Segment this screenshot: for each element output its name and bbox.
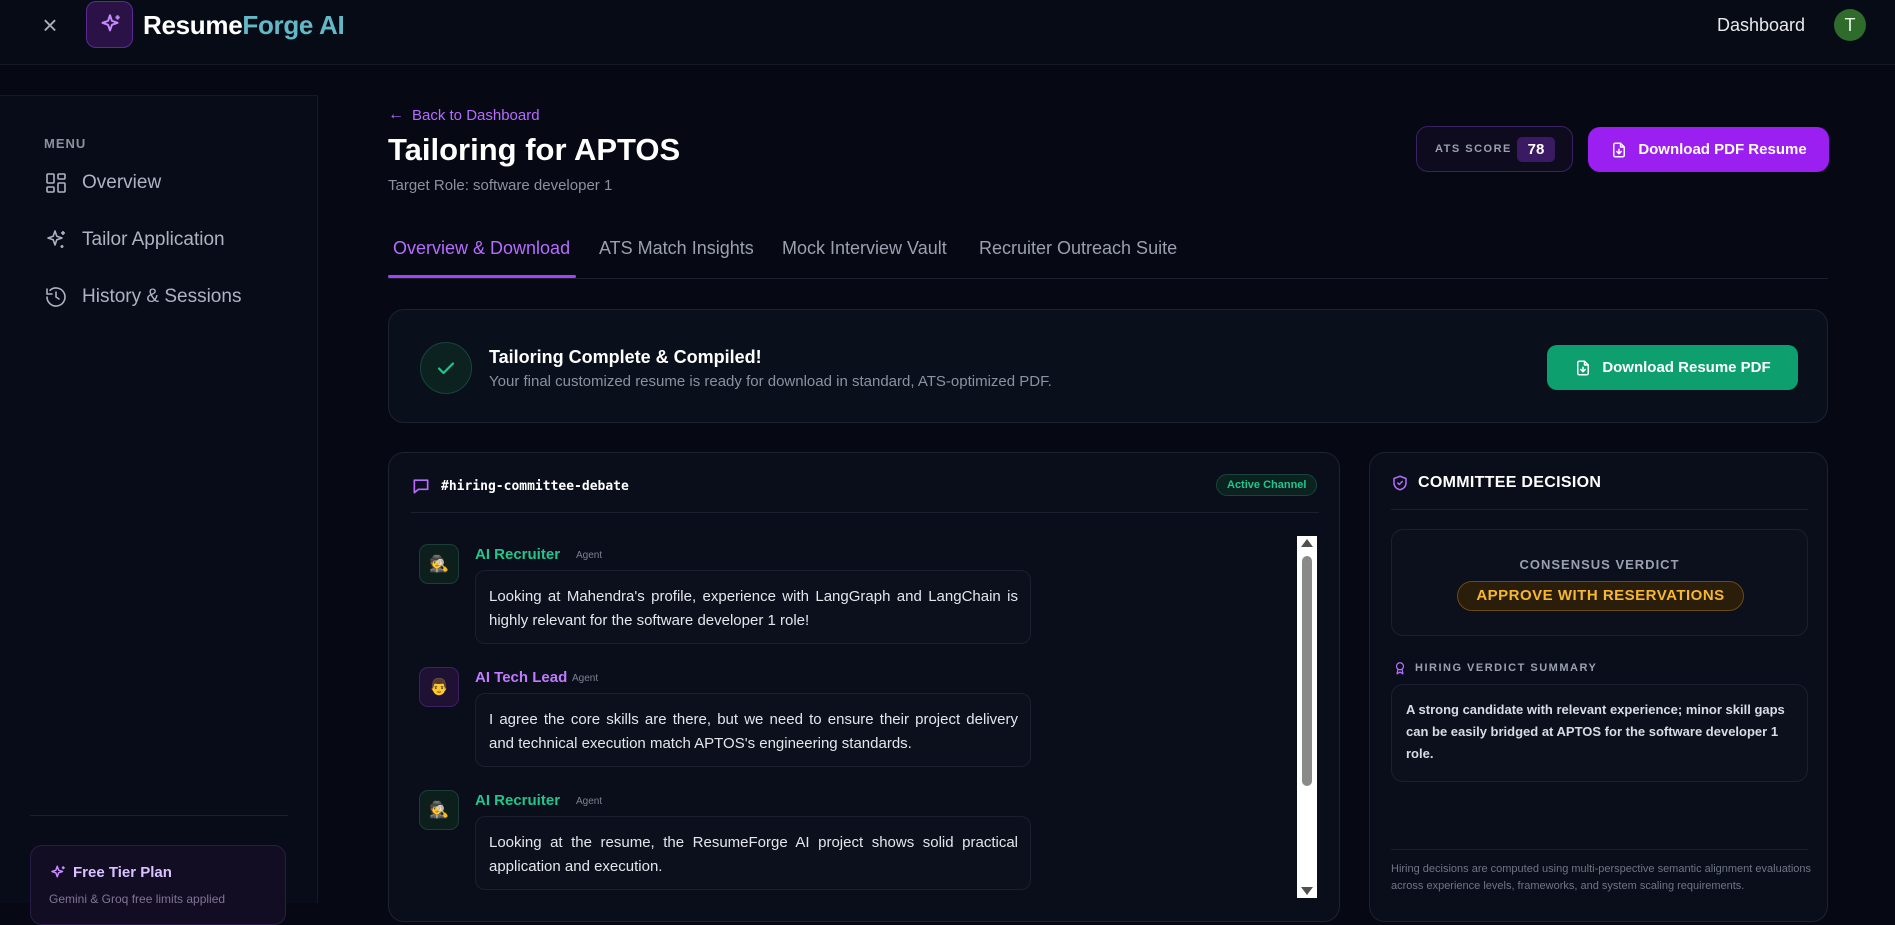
top-bar: × ResumeForge AI Dashboard T	[0, 0, 1895, 65]
summary-label: HIRING VERDICT SUMMARY	[1415, 662, 1598, 674]
active-tab-indicator	[388, 275, 576, 278]
message-text: I agree the core skills are there, but w…	[475, 693, 1031, 767]
tailoring-status-card: Tailoring Complete & Compiled! Your fina…	[388, 309, 1828, 423]
sidebar-divider	[30, 815, 288, 816]
summary-header: HIRING VERDICT SUMMARY	[1393, 660, 1597, 676]
tab-mock-interview-vault[interactable]: Mock Interview Vault	[782, 238, 947, 259]
chat-header: #hiring-committee-debate	[411, 476, 629, 496]
sidebar-item-label: Tailor Application	[82, 229, 225, 250]
committee-footer-divider	[1391, 849, 1808, 850]
tab-recruiter-outreach-suite[interactable]: Recruiter Outreach Suite	[979, 238, 1177, 259]
download-resume-pdf-label: Download Resume PDF	[1602, 359, 1771, 376]
message-sender: AI Recruiter	[475, 546, 561, 563]
sidebar-item-overview[interactable]: Overview	[44, 168, 161, 198]
ats-score-label: ATS SCORE	[1435, 143, 1512, 155]
scrollbar-thumb[interactable]	[1302, 556, 1312, 786]
grid-icon	[44, 171, 68, 195]
sidebar-item-label: Overview	[82, 172, 162, 193]
message-sender: AI Tech Lead	[475, 669, 568, 686]
consensus-verdict-label: CONSENSUS VERDICT	[1519, 557, 1680, 572]
chat-scrollbar[interactable]	[1297, 536, 1317, 898]
close-icon[interactable]: ×	[38, 12, 62, 38]
scroll-up-icon[interactable]	[1301, 539, 1313, 547]
hiring-committee-chat: #hiring-committee-debate Active Channel …	[388, 452, 1340, 922]
chat-divider	[411, 512, 1319, 513]
download-pdf-resume-button[interactable]: Download PDF Resume	[1588, 127, 1829, 172]
committee-footnote: Hiring decisions are computed using mult…	[1391, 863, 1812, 892]
plan-subtitle: Gemini & Groq free limits applied	[49, 892, 226, 906]
file-download-icon	[1574, 359, 1592, 377]
brand-logo[interactable]: ResumeForge AI	[143, 10, 345, 41]
committee-header: COMMITTEE DECISION	[1391, 474, 1601, 492]
tab-ats-match-insights[interactable]: ATS Match Insights	[599, 238, 754, 259]
active-channel-badge: Active Channel	[1216, 474, 1318, 496]
committee-decision-panel: COMMITTEE DECISION CONSENSUS VERDICT APP…	[1369, 452, 1828, 922]
back-to-dashboard-link[interactable]: ← Back to Dashboard	[388, 106, 540, 124]
status-subtitle: Your final customized resume is ready fo…	[489, 373, 1052, 390]
menu-label: MENU	[44, 136, 87, 151]
sparkle-icon	[49, 864, 67, 882]
plan-title: Free Tier Plan	[73, 864, 172, 881]
sidebar-item-history-sessions[interactable]: History & Sessions	[44, 282, 241, 312]
plan-card[interactable]: Free Tier Plan Gemini & Groq free limits…	[30, 845, 286, 925]
verdict-badge: APPROVE WITH RESERVATIONS	[1457, 581, 1744, 611]
message-tag: Agent	[576, 796, 603, 807]
sidebar-item-label: History & Sessions	[82, 286, 242, 307]
shield-check-icon	[1391, 474, 1409, 492]
agent-avatar-icon: 🕵	[419, 790, 459, 830]
scroll-down-icon[interactable]	[1301, 887, 1313, 895]
message-tag: Agent	[572, 673, 599, 684]
arrow-left-icon: ←	[388, 106, 404, 123]
ats-score-value: 78	[1517, 137, 1555, 162]
page-title: Tailoring for APTOS	[388, 132, 681, 167]
message-sender: AI Recruiter	[475, 792, 561, 809]
download-pdf-resume-label: Download PDF Resume	[1638, 141, 1807, 158]
sparkle-icon	[44, 228, 68, 252]
channel-name: #hiring-committee-debate	[441, 478, 629, 494]
message-text: Looking at the resume, the ResumeForge A…	[475, 816, 1031, 890]
ats-score-badge: ATS SCORE 78	[1416, 126, 1573, 172]
message-icon	[411, 476, 431, 496]
nav-dashboard-link[interactable]: Dashboard	[1717, 15, 1805, 36]
tab-bar: Overview & Download ATS Match Insights M…	[388, 234, 1828, 279]
logo-sparkle-icon	[86, 1, 133, 48]
agent-avatar-icon: 🕵	[419, 544, 459, 584]
back-link-label: Back to Dashboard	[412, 106, 540, 124]
award-icon	[1393, 660, 1407, 676]
sidebar-item-tailor-application[interactable]: Tailor Application	[44, 225, 225, 255]
consensus-verdict-box: CONSENSUS VERDICT APPROVE WITH RESERVATI…	[1391, 529, 1808, 636]
committee-title: COMMITTEE DECISION	[1418, 474, 1602, 491]
committee-divider	[1391, 509, 1808, 510]
status-title: Tailoring Complete & Compiled!	[489, 347, 762, 367]
avatar[interactable]: T	[1834, 9, 1866, 41]
verdict-summary-text: A strong candidate with relevant experie…	[1391, 684, 1808, 782]
download-resume-pdf-button[interactable]: Download Resume PDF	[1547, 345, 1798, 390]
page-subtitle: Target Role: software developer 1	[388, 177, 613, 194]
tab-overview-download[interactable]: Overview & Download	[393, 238, 570, 259]
sidebar: MENU Overview Tailor Application History…	[0, 95, 318, 925]
history-icon	[44, 285, 68, 309]
file-download-icon	[1610, 141, 1628, 159]
message-text: Looking at Mahendra's profile, experienc…	[475, 570, 1031, 644]
check-icon	[420, 342, 472, 394]
message-tag: Agent	[576, 550, 603, 561]
agent-avatar-icon: 👨	[419, 667, 459, 707]
